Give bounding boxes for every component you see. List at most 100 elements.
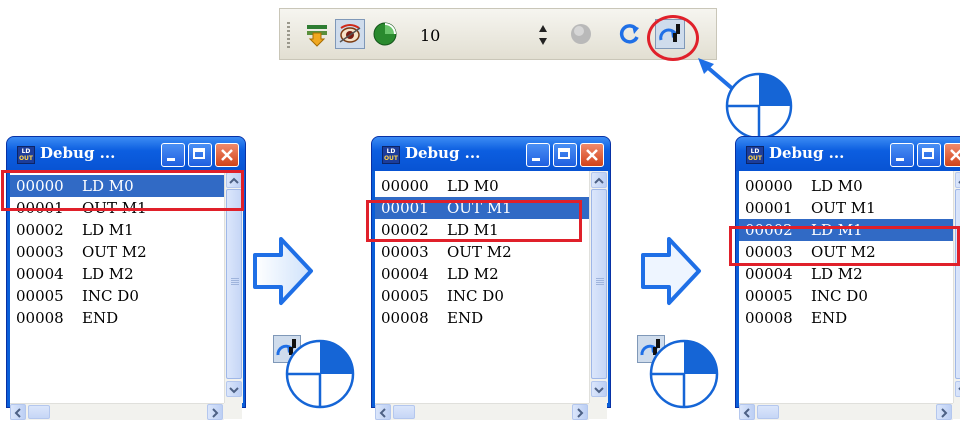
- close-icon: [586, 149, 598, 161]
- ld-out-app-icon: LD OUT: [382, 146, 400, 164]
- vertical-scrollbar[interactable]: [589, 171, 608, 403]
- instruction-row[interactable]: 00001 OUT M1: [739, 197, 953, 219]
- step-address: 00001: [745, 199, 793, 217]
- minimize-button[interactable]: [161, 143, 185, 167]
- maximize-button[interactable]: [188, 143, 212, 167]
- click-indicator-icon: [285, 339, 355, 409]
- instruction-row[interactable]: 00008 END: [10, 307, 224, 329]
- instruction-row[interactable]: 00003 OUT M2: [375, 241, 589, 263]
- instruction-text: OUT M2: [82, 243, 147, 261]
- scroll-up-button[interactable]: [591, 172, 607, 188]
- cycle-count-value[interactable]: 10: [420, 26, 440, 45]
- watch-eye-icon: [339, 24, 361, 43]
- instruction-row[interactable]: 00004 LD M2: [10, 263, 224, 285]
- chevron-right-icon: [577, 408, 584, 418]
- toolbar-grip[interactable]: [287, 22, 290, 48]
- cycle-button[interactable]: [370, 19, 400, 49]
- window-titlebar[interactable]: LD OUT Debug ...: [372, 137, 610, 171]
- minimize-button[interactable]: [526, 143, 550, 167]
- chevron-up-icon: [594, 177, 604, 184]
- size-grip[interactable]: [589, 403, 607, 419]
- refresh-icon: [619, 24, 639, 44]
- window-titlebar[interactable]: LD OUT Debug ...: [736, 137, 960, 171]
- watch-mode-button[interactable]: [335, 19, 365, 49]
- instruction-row[interactable]: 00003 OUT M2: [10, 241, 224, 263]
- ld-out-app-icon: LD OUT: [17, 146, 35, 164]
- scroll-down-button[interactable]: [226, 381, 242, 397]
- app-icon-top-text: LD: [750, 148, 760, 155]
- step-address: 00000: [381, 177, 429, 195]
- instruction-text: END: [447, 309, 484, 327]
- instruction-row[interactable]: 00002 LD M1: [10, 219, 224, 241]
- instruction-row[interactable]: 00008 END: [375, 307, 589, 329]
- maximize-button[interactable]: [917, 143, 941, 167]
- instruction-row[interactable]: 00005 INC D0: [10, 285, 224, 307]
- scroll-left-button[interactable]: [739, 404, 755, 420]
- stop-debug-button[interactable]: [566, 19, 596, 49]
- horizontal-scroll-thumb[interactable]: [28, 405, 50, 419]
- chevron-left-icon: [379, 408, 386, 418]
- window-titlebar[interactable]: LD OUT Debug ...: [7, 137, 245, 171]
- step-address: 00005: [745, 287, 793, 305]
- scroll-right-button[interactable]: [572, 404, 588, 420]
- maximize-button[interactable]: [553, 143, 577, 167]
- app-icon-bottom-text: OUT: [18, 155, 34, 162]
- size-grip[interactable]: [953, 403, 960, 419]
- scroll-up-button[interactable]: [955, 172, 960, 188]
- step-address: 00005: [16, 287, 64, 305]
- scroll-down-button[interactable]: [591, 381, 607, 397]
- app-icon-bottom-text: OUT: [747, 155, 763, 162]
- horizontal-scrollbar[interactable]: [375, 403, 589, 420]
- instruction-list[interactable]: 00000 LD M0 00001 OUT M1 00002 LD M1 00003 OUT …: [739, 171, 953, 403]
- window-title: Debug ...: [769, 144, 845, 162]
- cycle-icon: [373, 22, 397, 46]
- scroll-thumb[interactable]: [955, 189, 960, 379]
- instruction-row[interactable]: 00008 END: [739, 307, 953, 329]
- step-address: 00000: [745, 177, 793, 195]
- instruction-text: LD M0: [447, 177, 499, 195]
- window-title: Debug ...: [40, 144, 116, 162]
- scroll-right-button[interactable]: [936, 404, 952, 420]
- close-button[interactable]: [580, 143, 604, 167]
- instruction-text: INC D0: [811, 287, 868, 305]
- instruction-text: END: [82, 309, 119, 327]
- instruction-text: LD M2: [82, 265, 134, 283]
- vertical-scrollbar[interactable]: [953, 171, 960, 403]
- scroll-thumb[interactable]: [591, 189, 607, 379]
- count-spinner[interactable]: [538, 23, 548, 47]
- run-to-cursor-button[interactable]: [302, 19, 332, 49]
- horizontal-scrollbar[interactable]: [739, 403, 953, 420]
- horizontal-scrollbar[interactable]: [10, 403, 224, 420]
- scroll-left-button[interactable]: [10, 404, 26, 420]
- instruction-row[interactable]: 00000 LD M0: [739, 175, 953, 197]
- chevron-down-icon: [594, 387, 604, 394]
- instruction-row[interactable]: 00004 LD M2: [739, 263, 953, 285]
- scroll-down-button[interactable]: [955, 381, 960, 397]
- scroll-thumb[interactable]: [226, 189, 242, 379]
- selected-row-outline-1: [1, 170, 244, 211]
- step-address: 00002: [16, 221, 64, 239]
- instruction-text: OUT M1: [811, 199, 876, 217]
- scroll-left-button[interactable]: [375, 404, 391, 420]
- refresh-button[interactable]: [614, 19, 644, 49]
- close-button[interactable]: [944, 143, 960, 167]
- selected-row-outline-2: [366, 200, 582, 242]
- instruction-text: LD M2: [447, 265, 499, 283]
- step-address: 00008: [16, 309, 64, 327]
- size-grip[interactable]: [224, 403, 242, 419]
- run-cursor-icon: [307, 25, 327, 47]
- click-indicator-icon: [649, 339, 719, 409]
- instruction-row[interactable]: 00000 LD M0: [375, 175, 589, 197]
- next-arrow-icon: [253, 237, 313, 305]
- scroll-right-button[interactable]: [207, 404, 223, 420]
- grey-circle-icon: [571, 24, 591, 44]
- minimize-button[interactable]: [890, 143, 914, 167]
- close-button[interactable]: [215, 143, 239, 167]
- horizontal-scroll-thumb[interactable]: [757, 405, 779, 419]
- step-address: 00003: [16, 243, 64, 261]
- horizontal-scroll-thumb[interactable]: [393, 405, 415, 419]
- instruction-row[interactable]: 00004 LD M2: [375, 263, 589, 285]
- app-icon-top-text: LD: [386, 148, 396, 155]
- instruction-row[interactable]: 00005 INC D0: [375, 285, 589, 307]
- instruction-row[interactable]: 00005 INC D0: [739, 285, 953, 307]
